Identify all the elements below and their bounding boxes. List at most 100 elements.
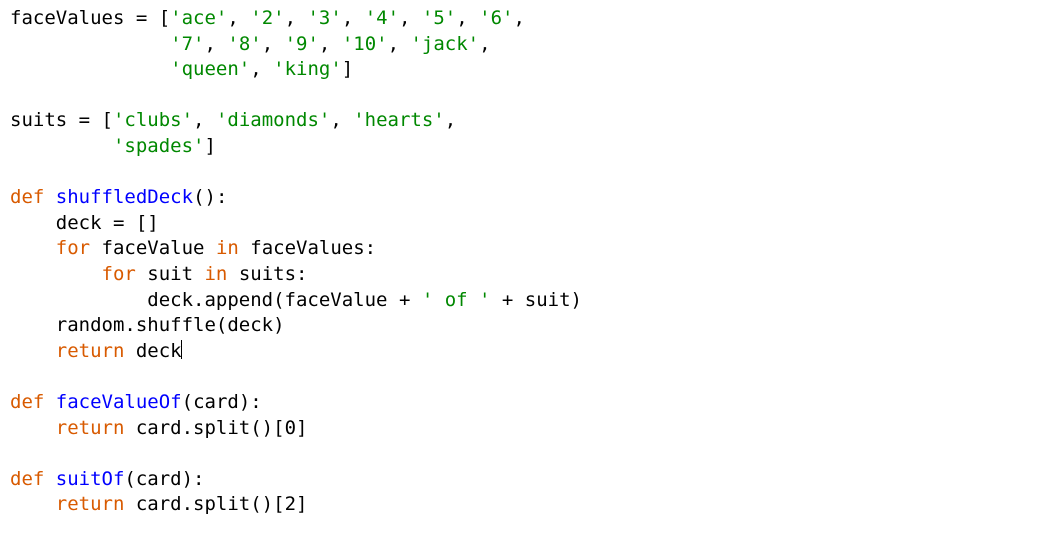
code-token-id [44,468,55,490]
code-token-id [10,263,102,285]
code-line: for faceValue in faceValues: [10,237,376,259]
code-token-str: 'spades' [113,135,205,157]
code-line: return deck [10,340,182,362]
code-token-id: ] [296,417,307,439]
code-line: deck.append(faceValue + ' of ' + suit) [10,289,582,311]
code-token-str: '7' [170,33,204,55]
code-token-punc: , [330,109,353,131]
code-line: def shuffledDeck(): [10,186,227,208]
code-token-punc: = [ [136,7,170,29]
code-token-id: suits [10,109,79,131]
code-token-punc: , [399,7,422,29]
code-token-fn: faceValueOf [56,391,182,413]
code-line: '7', '8', '9', '10', 'jack', [10,33,491,55]
code-token-punc: ] [342,58,353,80]
code-token-punc: , [204,33,227,55]
code-token-kw: return [56,340,125,362]
code-token-punc: 0 [285,417,296,439]
code-line: return card.split()[0] [10,417,307,439]
code-token-punc: , [479,33,490,55]
code-token-punc: (): [193,186,227,208]
code-token-punc: , [193,109,216,131]
code-token-punc: , [227,7,250,29]
code-token-str: 'diamonds' [216,109,330,131]
code-line: return card.split()[2] [10,493,307,515]
code-line: 'spades'] [10,135,216,157]
code-token-id: faceValues [10,7,136,29]
code-token-punc: , [513,7,524,29]
code-line: def faceValueOf(card): [10,391,262,413]
code-token-kw: for [56,237,90,259]
code-token-punc: , [250,58,273,80]
code-token-id [10,33,170,55]
code-token-str: '2' [250,7,284,29]
code-token-fn: shuffledDeck [56,186,193,208]
code-token-punc: + [490,289,524,311]
code-token-id [10,237,56,259]
code-token-id [10,417,56,439]
code-token-punc: , [285,7,308,29]
code-token-kw: return [56,417,125,439]
code-token-str: 'queen' [170,58,250,80]
code-line: deck = [] [10,212,159,234]
code-line: 'queen', 'king'] [10,58,353,80]
code-line: faceValues = ['ace', '2', '3', '4', '5',… [10,7,525,29]
code-token-punc: , [445,109,456,131]
code-token-kw: def [10,391,44,413]
code-token-id: random.shuffle(deck) [10,314,285,336]
code-token-id: faceValues: [239,237,376,259]
code-token-id: card.split()[ [124,493,284,515]
code-token-str: 'ace' [170,7,227,29]
code-token-id: suit [136,263,205,285]
code-token-punc: , [388,33,411,55]
code-token-punc: , [319,33,342,55]
code-token-punc: , [342,7,365,29]
code-token-str: '3' [307,7,341,29]
code-token-id [10,340,56,362]
code-token-kw: def [10,186,44,208]
code-token-id: suits: [227,263,307,285]
code-line: def suitOf(card): [10,468,205,490]
code-token-punc: , [456,7,479,29]
code-token-punc: , [262,33,285,55]
code-token-str: '5' [422,7,456,29]
code-token-str: 'jack' [410,33,479,55]
code-token-id [10,58,170,80]
code-token-id: deck.append(faceValue [10,289,399,311]
code-token-fn: suitOf [56,468,125,490]
code-token-id [10,493,56,515]
code-token-punc: 2 [285,493,296,515]
code-token-id: deck [10,212,113,234]
code-token-punc: = [] [113,212,159,234]
code-token-str: ' of ' [422,289,491,311]
code-token-str: 'hearts' [353,109,445,131]
code-token-kw: return [56,493,125,515]
code-line: suits = ['clubs', 'diamonds', 'hearts', [10,109,456,131]
code-token-punc: ] [204,135,215,157]
code-line: random.shuffle(deck) [10,314,285,336]
code-token-punc: (card): [182,391,262,413]
code-token-punc: + [399,289,422,311]
code-token-str: '6' [479,7,513,29]
code-token-id: suit) [525,289,582,311]
code-token-id [10,135,113,157]
code-token-id: ] [296,493,307,515]
code-token-id [44,186,55,208]
code-token-str: '4' [365,7,399,29]
text-cursor [181,340,182,359]
code-token-punc: = [ [79,109,113,131]
code-token-id: faceValue [90,237,216,259]
code-token-kw: for [102,263,136,285]
code-token-kw: in [204,263,227,285]
code-block: faceValues = ['ace', '2', '3', '4', '5',… [0,0,1042,524]
code-token-kw: def [10,468,44,490]
code-token-str: 'clubs' [113,109,193,131]
code-token-str: 'king' [273,58,342,80]
code-token-kw: in [216,237,239,259]
code-token-punc: (card): [124,468,204,490]
code-token-id: card.split()[ [124,417,284,439]
code-line: for suit in suits: [10,263,307,285]
code-token-str: '8' [227,33,261,55]
code-token-id: deck [124,340,181,362]
code-token-str: '10' [342,33,388,55]
